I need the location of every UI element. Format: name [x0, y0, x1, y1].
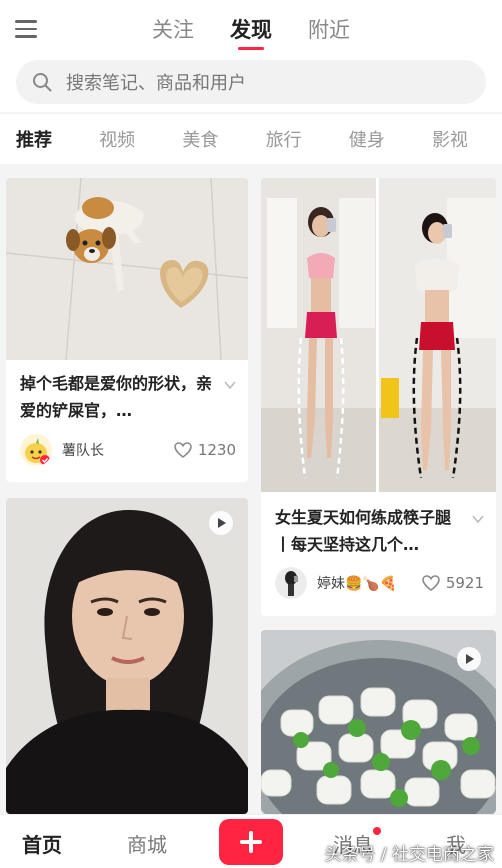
top-tabs: 关注 发现 附近	[0, 14, 502, 50]
tab-nearby[interactable]: 附近	[308, 14, 350, 46]
top-bar: 关注 发现 附近	[0, 0, 502, 56]
dog-photo	[6, 178, 248, 360]
category-fitness[interactable]: 健身	[349, 126, 385, 152]
note-meta: 婷妹🍔🍗🍕 5921	[275, 565, 484, 601]
note-card-fitness[interactable]: 女生夏天如何练成筷子腿丨每天坚持这几个… 婷妹🍔🍗🍕 5921	[261, 178, 496, 616]
tab-discover[interactable]: 发现	[230, 14, 272, 50]
category-video[interactable]: 视频	[99, 126, 135, 152]
video-card-woman[interactable]	[6, 498, 248, 814]
chevron-down-icon[interactable]	[472, 514, 484, 524]
message-badge-dot	[373, 827, 381, 835]
like-count: 5921	[445, 574, 484, 592]
watermark-text: 头条号 / 社交电商之家	[324, 845, 494, 865]
note-meta: 薯队长 1230	[20, 432, 236, 468]
note-card-dog[interactable]: 掉个毛都是爱你的形状，亲爱的铲屎官，… 薯队长 1230	[6, 178, 248, 482]
chevron-down-icon[interactable]	[224, 380, 236, 390]
video-card-marshmallow[interactable]	[261, 630, 496, 814]
heart-icon[interactable]	[174, 442, 192, 458]
avatar[interactable]	[275, 567, 307, 599]
category-tabs: 推荐 视频 美食 旅行 健身 影视	[0, 114, 502, 164]
note-title: 女生夏天如何练成筷子腿丨每天坚持这几个…	[275, 508, 452, 554]
note-title: 掉个毛都是爱你的形状，亲爱的铲屎官，…	[20, 374, 213, 420]
search-bar-container: 搜索笔记、商品和用户	[0, 56, 502, 112]
search-icon	[33, 73, 52, 92]
category-travel[interactable]: 旅行	[266, 126, 302, 152]
nav-home[interactable]: 首页	[22, 829, 62, 858]
author-name[interactable]: 薯队长	[62, 440, 174, 460]
publish-plus-button[interactable]	[219, 819, 283, 865]
search-placeholder: 搜索笔记、商品和用户	[66, 73, 246, 94]
play-icon[interactable]	[208, 510, 234, 536]
nav-mall[interactable]: 商城	[127, 829, 167, 858]
play-icon[interactable]	[456, 646, 482, 672]
search-input[interactable]: 搜索笔记、商品和用户	[16, 60, 486, 104]
avatar[interactable]	[20, 434, 52, 466]
author-name[interactable]: 婷妹🍔🍗🍕	[317, 573, 422, 593]
like-count: 1230	[197, 441, 236, 459]
heart-icon[interactable]	[422, 575, 440, 591]
category-recommend[interactable]: 推荐	[16, 126, 52, 152]
category-movies[interactable]: 影视	[432, 126, 468, 152]
tab-follow[interactable]: 关注	[152, 14, 194, 46]
fitness-comparison-photo	[261, 178, 496, 492]
category-food[interactable]: 美食	[182, 126, 218, 152]
woman-selfie-video-thumbnail	[6, 498, 248, 814]
